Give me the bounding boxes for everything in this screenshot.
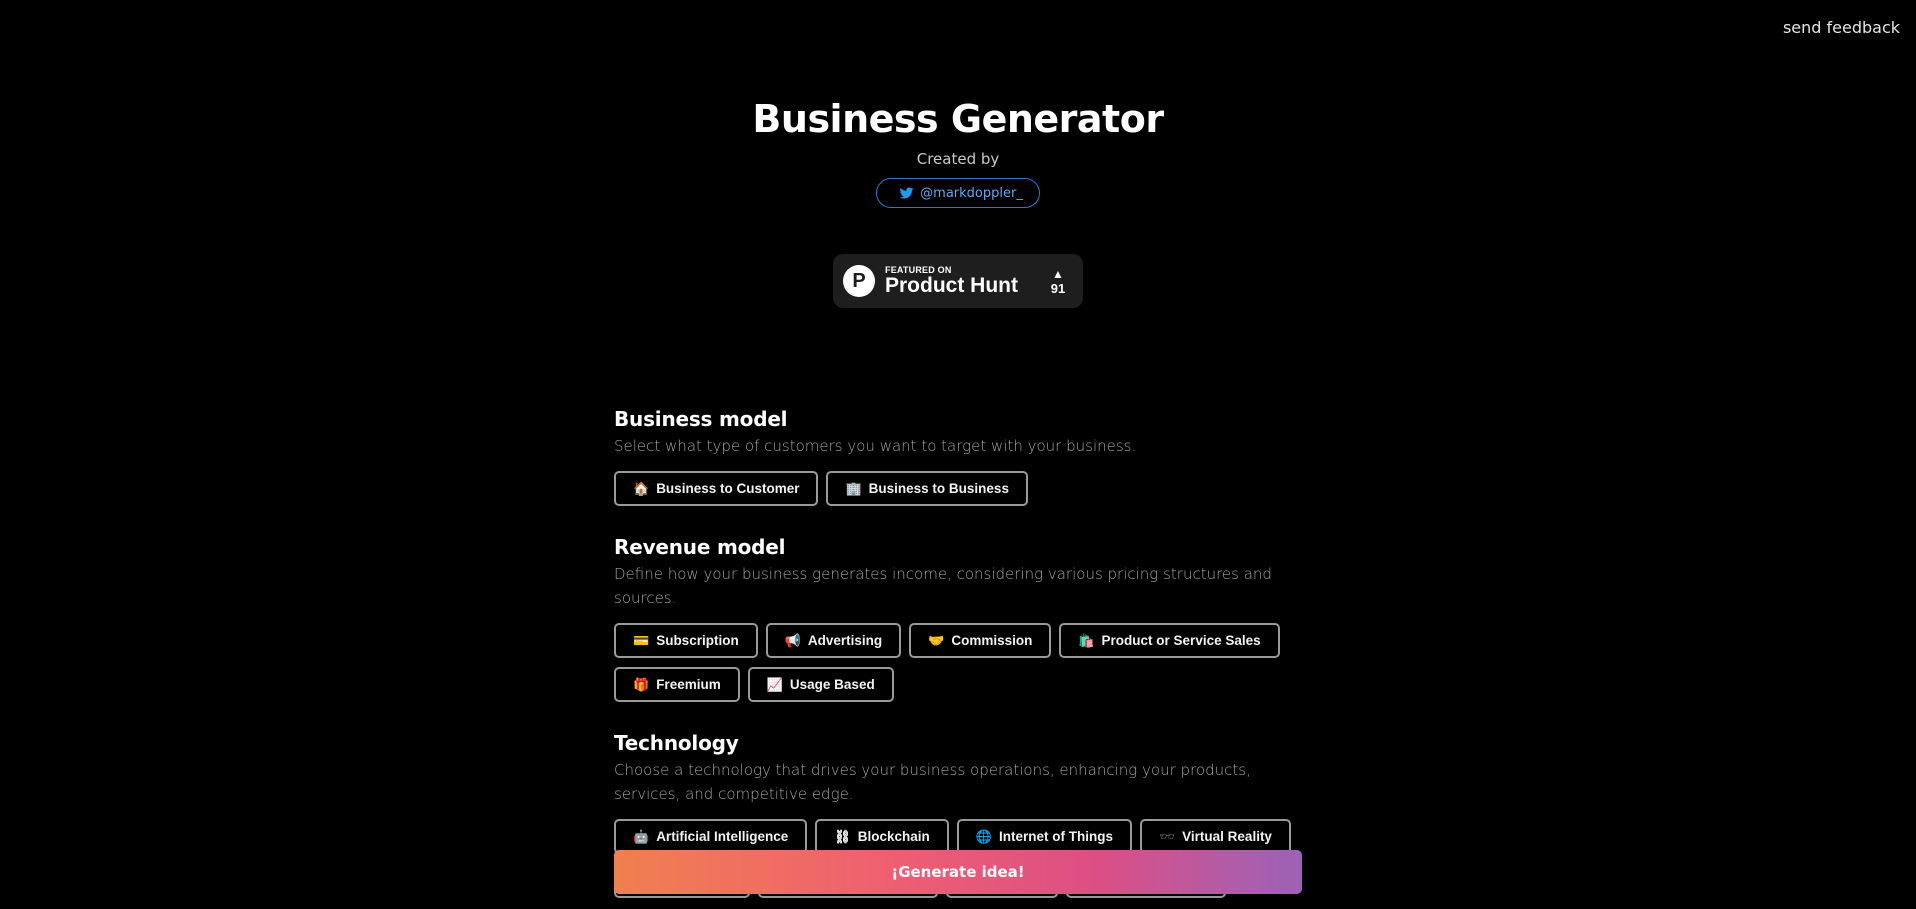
option-label: Commission — [951, 633, 1033, 648]
option-advertising[interactable]: 📢 Advertising — [765, 623, 902, 658]
gift-icon: 🎁 — [633, 676, 650, 692]
option-business-to-business[interactable]: 🏢 Business to Business — [826, 471, 1028, 506]
page: send feedback Business Generator Created… — [0, 0, 1916, 909]
option-internet-of-things[interactable]: 🌐 Internet of Things — [956, 819, 1132, 854]
generate-idea-button[interactable]: ¡Generate idea! — [614, 850, 1302, 894]
option-commission[interactable]: 🤝 Commission — [909, 623, 1052, 658]
chain-icon: ⛓ — [834, 828, 851, 844]
created-by-label: Created by — [916, 150, 1000, 168]
vote-count: 91 — [1050, 280, 1066, 296]
section-title: Revenue model — [614, 535, 786, 559]
twitter-handle: @markdoppler_ — [920, 185, 1023, 201]
option-label: Usage Based — [789, 677, 875, 692]
office-building-icon: 🏢 — [845, 480, 862, 496]
send-feedback-link[interactable]: send feedback — [1783, 18, 1900, 37]
option-label: Business to Business — [868, 481, 1009, 496]
option-business-to-customer[interactable]: 🏠 Business to Customer — [614, 471, 819, 506]
option-label: Internet of Things — [998, 829, 1113, 844]
option-usage-based[interactable]: 📈 Usage Based — [747, 667, 894, 702]
shopping-bags-icon: 🛍️ — [1078, 632, 1095, 648]
hero: Business Generator Created by @markdoppl… — [0, 96, 1916, 308]
option-label: Product or Service Sales — [1101, 633, 1261, 648]
handshake-icon: 🤝 — [928, 632, 945, 648]
credit-card-icon: 💳 — [633, 632, 650, 648]
globe-icon: 🌐 — [975, 828, 992, 844]
option-label: Freemium — [656, 677, 721, 692]
option-label: Virtual Reality — [1182, 829, 1272, 844]
option-subscription[interactable]: 💳 Subscription — [614, 623, 758, 658]
option-blockchain[interactable]: ⛓ Blockchain — [815, 819, 949, 854]
section-description: Choose a technology that drives your bus… — [614, 761, 1251, 803]
product-hunt-badge[interactable]: P FEATURED ON Product Hunt ▲ 91 — [833, 254, 1083, 308]
options-form: Business model Select what type of custo… — [614, 404, 1304, 908]
house-icon: 🏠 — [633, 480, 650, 496]
option-artificial-intelligence[interactable]: 🤖 Artificial Intelligence — [614, 819, 808, 854]
vr-goggles-icon: 🕶️ — [1158, 828, 1176, 844]
product-hunt-votes: ▲ 91 — [1043, 267, 1073, 296]
option-label: Business to Customer — [656, 481, 800, 496]
option-label: Advertising — [807, 633, 883, 648]
option-label: Artificial Intelligence — [656, 829, 789, 844]
option-label: Subscription — [656, 633, 739, 648]
business-model-section: Business model Select what type of custo… — [614, 404, 1304, 506]
product-hunt-name: Product Hunt — [885, 274, 1018, 297]
section-title: Technology — [614, 731, 739, 755]
option-virtual-reality[interactable]: 🕶️ Virtual Reality — [1139, 819, 1291, 854]
twitter-profile-button[interactable]: @markdoppler_ — [876, 178, 1040, 208]
section-description: Select what type of customers you want t… — [614, 437, 1137, 455]
upvote-arrow-icon: ▲ — [1052, 266, 1064, 281]
option-product-or-service-sales[interactable]: 🛍️ Product or Service Sales — [1059, 623, 1280, 658]
product-hunt-logo-icon: P — [843, 265, 875, 297]
chart-increasing-icon: 📈 — [766, 676, 783, 692]
option-freemium[interactable]: 🎁 Freemium — [614, 667, 740, 702]
page-title: Business Generator — [752, 97, 1164, 141]
robot-icon: 🤖 — [633, 828, 650, 844]
option-label: Blockchain — [857, 829, 930, 844]
twitter-icon — [899, 187, 914, 199]
section-title: Business model — [614, 407, 788, 431]
section-description: Define how your business generates incom… — [614, 565, 1272, 607]
megaphone-icon: 📢 — [784, 632, 801, 648]
revenue-model-section: Revenue model Define how your business g… — [614, 532, 1304, 702]
